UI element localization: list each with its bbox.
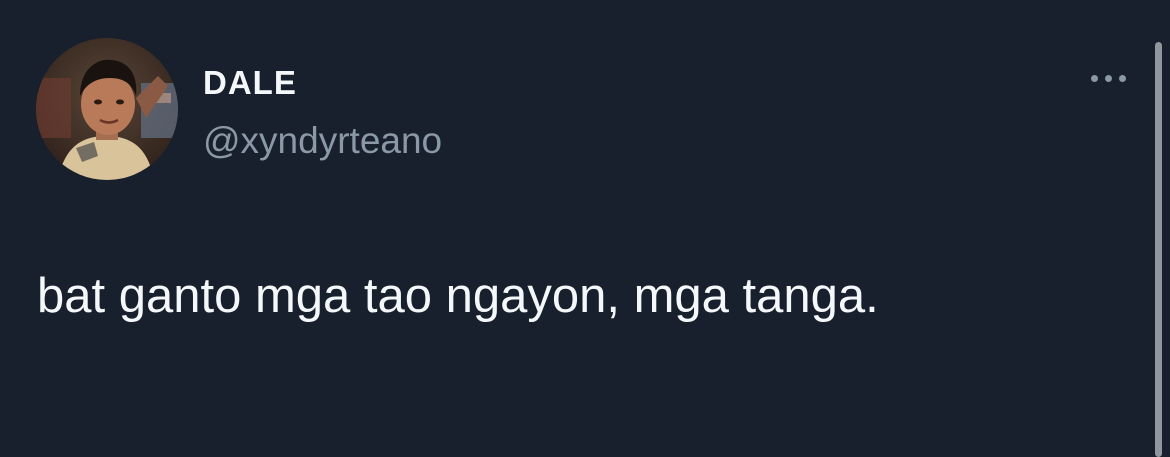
ellipsis-icon (1104, 74, 1112, 82)
tweet-text: bat ganto mga tao ngayon, mga tanga. (37, 269, 879, 323)
more-options-button[interactable] (1082, 62, 1134, 94)
tweet-card: DALE @xyndyrteano bat ganto mga tao ngay… (0, 0, 1170, 457)
profile-photo-icon (36, 38, 178, 180)
scrollbar[interactable] (1155, 42, 1162, 457)
ellipsis-icon (1118, 74, 1126, 82)
ellipsis-icon (1090, 74, 1098, 82)
user-handle[interactable]: @xyndyrteano (203, 120, 442, 162)
avatar[interactable] (36, 38, 178, 180)
display-name[interactable]: DALE (203, 64, 297, 102)
